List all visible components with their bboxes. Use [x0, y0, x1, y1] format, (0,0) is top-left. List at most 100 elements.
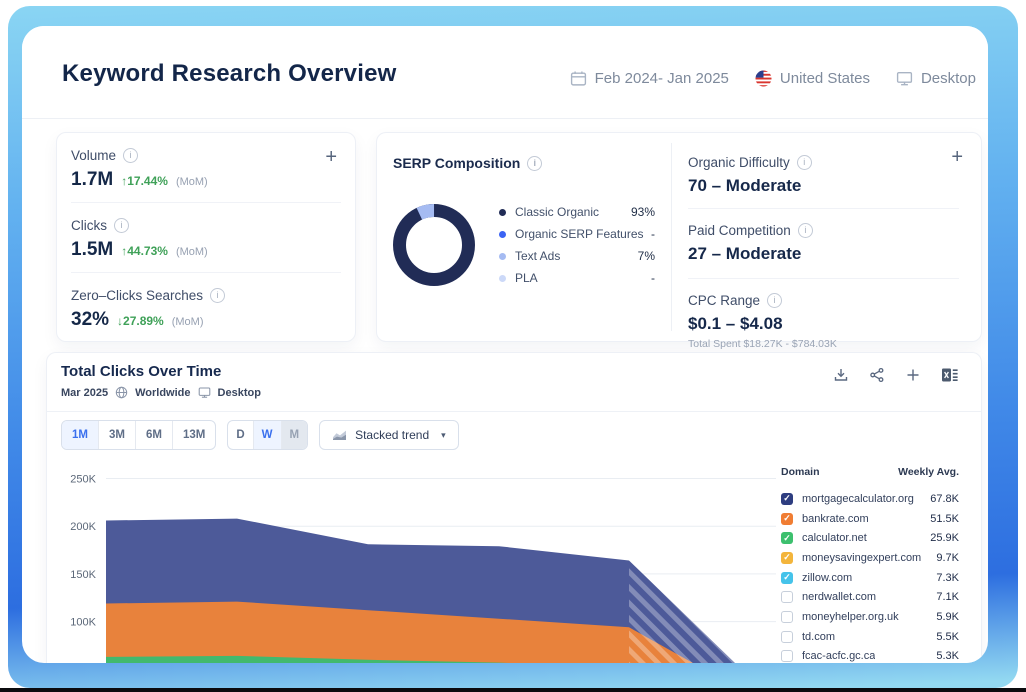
zero-clicks-label: Zero–Clicks Searches	[71, 288, 203, 303]
granularity-button-m[interactable]: M	[281, 421, 308, 449]
add-widget-icon[interactable]	[905, 367, 921, 383]
zero-clicks-mom-label: (MoM)	[172, 316, 204, 328]
domain-legend-row[interactable]: fcac-acfc.gc.ca5.3K	[781, 647, 959, 664]
clicks-label: Clicks	[71, 218, 107, 233]
paid-competition-stat: Paid Competition i 27 – Moderate	[688, 208, 959, 279]
info-icon[interactable]: i	[210, 288, 225, 303]
domain-name: zillow.com	[802, 572, 852, 584]
volume-mom-label: (MoM)	[176, 176, 208, 188]
domain-checkbox[interactable]	[781, 611, 793, 623]
granularity-button-group: DWM	[227, 420, 308, 450]
info-icon[interactable]: i	[797, 155, 812, 170]
volume-value: 1.7M	[71, 169, 113, 191]
domain-checkbox[interactable]	[781, 591, 793, 603]
granularity-button-w[interactable]: W	[253, 421, 281, 449]
export-excel-icon[interactable]	[941, 367, 959, 383]
domain-legend-row[interactable]: td.com5.5K	[781, 627, 959, 647]
domain-weekly-avg: 5.5K	[930, 631, 959, 643]
serp-difficulty-card: SERP Composition i Classic Organic93%Org…	[376, 132, 982, 342]
organic-difficulty-label: Organic Difficulty	[688, 155, 790, 170]
domain-weekly-avg: 7.1K	[930, 591, 959, 603]
domain-legend-row[interactable]: ✓calculator.net25.9K	[781, 528, 959, 548]
clicks-mom-label: (MoM)	[176, 246, 208, 258]
stats-card: + Volume i 1.7M ↑17.44% (MoM) Clicks i	[56, 132, 356, 342]
domain-checkbox[interactable]: ✓	[781, 493, 793, 505]
domain-name: mortgagecalculator.org	[802, 493, 914, 505]
range-button-13m[interactable]: 13M	[172, 421, 215, 449]
volume-stat: Volume i 1.7M ↑17.44% (MoM)	[71, 133, 341, 202]
range-button-1m[interactable]: 1M	[62, 421, 98, 449]
serp-legend-row[interactable]: Organic SERP Features-	[499, 223, 655, 245]
calendar-icon	[570, 70, 587, 87]
range-button-3m[interactable]: 3M	[98, 421, 135, 449]
serp-legend-row[interactable]: Text Ads7%	[499, 245, 655, 267]
serp-legend-row[interactable]: Classic Organic93%	[499, 201, 655, 223]
domain-legend-row[interactable]: ✓ moneysavingexpert.com 9.7K	[781, 548, 959, 568]
country-label: United States	[780, 70, 870, 87]
share-icon[interactable]	[869, 367, 885, 383]
serp-legend-value: 93%	[631, 205, 655, 219]
domain-checkbox[interactable]: ✓	[781, 572, 793, 584]
y-axis-tick-label: 150K	[70, 569, 96, 581]
country-selector[interactable]: United States	[755, 70, 870, 87]
header-meta: Feb 2024- Jan 2025	[570, 70, 976, 87]
info-icon[interactable]: i	[123, 148, 138, 163]
serp-legend-label: Text Ads	[515, 249, 560, 263]
domain-name: moneysavingexpert.com	[802, 552, 921, 564]
domain-name: bankrate.com	[802, 513, 869, 525]
info-icon[interactable]: i	[798, 223, 813, 238]
domain-legend-row[interactable]: nerdwallet.com7.1K	[781, 587, 959, 607]
info-icon[interactable]: i	[527, 156, 542, 171]
y-axis-tick-label: 100K	[70, 617, 96, 629]
domain-legend-row[interactable]: ✓zillow.com7.3K	[781, 568, 959, 588]
domain-weekly-avg: 5.9K	[930, 611, 959, 623]
domain-weekly-avg: 9.7K	[930, 552, 959, 564]
info-icon[interactable]: i	[114, 218, 129, 233]
serp-legend-value: -	[651, 227, 655, 241]
domain-checkbox[interactable]: ✓	[781, 552, 793, 564]
chart-device-label: Desktop	[218, 387, 261, 399]
serp-legend-row[interactable]: PLA-	[499, 267, 655, 289]
clicks-change: ↑44.73%	[121, 244, 168, 258]
vertical-divider	[671, 143, 672, 331]
desktop-icon	[198, 386, 211, 399]
chart-view-dropdown[interactable]: Stacked trend ▾	[319, 420, 459, 450]
domain-legend-row[interactable]: ✓ mortgagecalculator.org 67.8K	[781, 489, 959, 509]
desktop-icon	[896, 70, 913, 87]
range-button-6m[interactable]: 6M	[135, 421, 172, 449]
device-selector[interactable]: Desktop	[896, 70, 976, 87]
projection-hatch-overlay	[629, 561, 776, 664]
info-icon[interactable]: i	[767, 293, 782, 308]
dashboard-card: Keyword Research Overview Feb 2024- Jan …	[22, 26, 988, 663]
serp-legend-value: -	[651, 271, 655, 285]
legend-dot-icon	[499, 231, 506, 238]
domain-checkbox[interactable]: ✓	[781, 532, 793, 544]
domain-legend-row[interactable]: ✓bankrate.com51.5K	[781, 509, 959, 529]
volume-label: Volume	[71, 148, 116, 163]
domain-legend-row[interactable]: moneyhelper.org.uk5.9K	[781, 607, 959, 627]
volume-change: ↑17.44%	[121, 174, 168, 188]
total-spent-label: Total Spent $18.27K - $784.03K	[688, 338, 959, 350]
clicks-value: 1.5M	[71, 239, 113, 261]
y-axis-tick-label: 250K	[70, 474, 96, 486]
domain-weekly-avg: 67.8K	[924, 493, 959, 505]
chevron-down-icon: ▾	[441, 430, 446, 441]
page-title: Keyword Research Overview	[62, 60, 397, 88]
granularity-button-d[interactable]: D	[228, 421, 252, 449]
serp-composition-title: SERP Composition	[393, 155, 520, 171]
cpc-range-value: $0.1 – $4.08	[688, 314, 959, 334]
section-actions	[833, 367, 959, 383]
domain-checkbox[interactable]: ✓	[781, 513, 793, 525]
clicks-stat: Clicks i 1.5M ↑44.73% (MoM)	[71, 202, 341, 272]
date-range-selector[interactable]: Feb 2024- Jan 2025	[570, 70, 729, 87]
cpc-range-stat: CPC Range i $0.1 – $4.08 Total Spent $18…	[688, 278, 959, 350]
domain-weekly-avg: 5.3K	[930, 650, 959, 662]
download-icon[interactable]	[833, 367, 849, 383]
chart-region-label: Worldwide	[135, 387, 190, 399]
section-subtitle: Mar 2025 Worldwide Desktop	[61, 386, 261, 399]
section-header: Total Clicks Over Time Mar 2025 Worldwid…	[47, 353, 981, 412]
domain-checkbox[interactable]	[781, 650, 793, 662]
zero-clicks-stat: Zero–Clicks Searches i 32% ↓27.89% (MoM)	[71, 272, 341, 342]
domain-checkbox[interactable]	[781, 631, 793, 643]
serp-legend: Classic Organic93%Organic SERP Features-…	[499, 201, 655, 289]
